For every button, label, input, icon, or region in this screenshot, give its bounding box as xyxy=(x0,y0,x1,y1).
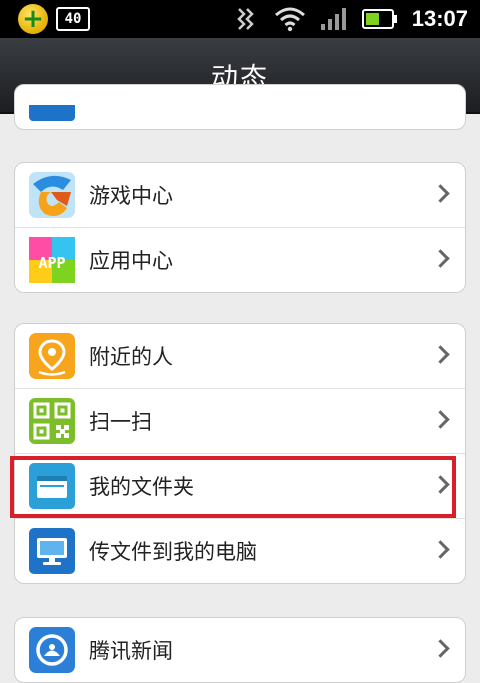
chevron-right-icon xyxy=(431,345,450,364)
list-item-nearby-people[interactable]: 附近的人 xyxy=(15,324,465,389)
list-item-my-folder[interactable]: 我的文件夹 xyxy=(15,454,465,519)
list-item-label: 传文件到我的电脑 xyxy=(89,540,257,564)
app-center-icon: APP xyxy=(29,237,75,283)
list-item-label: 我的文件夹 xyxy=(89,475,194,499)
vibrate-icon xyxy=(236,8,254,30)
chevron-right-icon xyxy=(431,540,450,559)
list-item-scan[interactable]: 扫一扫 xyxy=(15,389,465,454)
qr-code-icon xyxy=(29,398,75,444)
list-item-label: 附近的人 xyxy=(89,345,173,369)
list-item-send-to-computer[interactable]: 传文件到我的电脑 xyxy=(15,519,465,583)
list-item-label: 游戏中心 xyxy=(89,184,173,208)
tencent-news-icon xyxy=(29,627,75,673)
status-bar: + 40 13:07 xyxy=(0,0,480,38)
chevron-right-icon xyxy=(431,184,450,203)
qq-plus-notification-icon: + xyxy=(18,4,48,34)
list-item-app-center[interactable]: APP 应用中心 xyxy=(15,228,465,292)
status-clock: 13:07 xyxy=(411,6,468,31)
list-item-label: 扫一扫 xyxy=(89,410,152,434)
group-tools: 附近的人 扫一扫 我的文件夹 传文件到我的电脑 xyxy=(14,323,466,584)
computer-monitor-icon xyxy=(29,528,75,574)
battery-icon xyxy=(361,9,397,29)
group-games-apps: 游戏中心 APP 应用中心 xyxy=(14,162,466,293)
folder-icon xyxy=(29,463,75,509)
list-item-game-center[interactable]: 游戏中心 xyxy=(15,163,465,228)
app-icon-text: APP xyxy=(38,254,65,272)
list-item-label: 腾讯新闻 xyxy=(89,639,173,663)
chevron-right-icon xyxy=(431,249,450,268)
battery-level-notification-icon: 40 xyxy=(56,7,90,31)
previous-group xyxy=(14,84,466,130)
partial-app-icon xyxy=(29,105,75,121)
location-pin-icon xyxy=(29,333,75,379)
chevron-right-icon xyxy=(431,639,450,658)
chevron-right-icon xyxy=(431,475,450,494)
group-news: 腾讯新闻 xyxy=(14,617,466,683)
game-center-icon xyxy=(29,172,75,218)
signal-strength-icon xyxy=(320,8,346,30)
wifi-icon xyxy=(274,7,305,32)
list-item-tencent-news[interactable]: 腾讯新闻 xyxy=(15,618,465,682)
list-item-label: 应用中心 xyxy=(89,249,173,273)
chevron-right-icon xyxy=(431,410,450,429)
